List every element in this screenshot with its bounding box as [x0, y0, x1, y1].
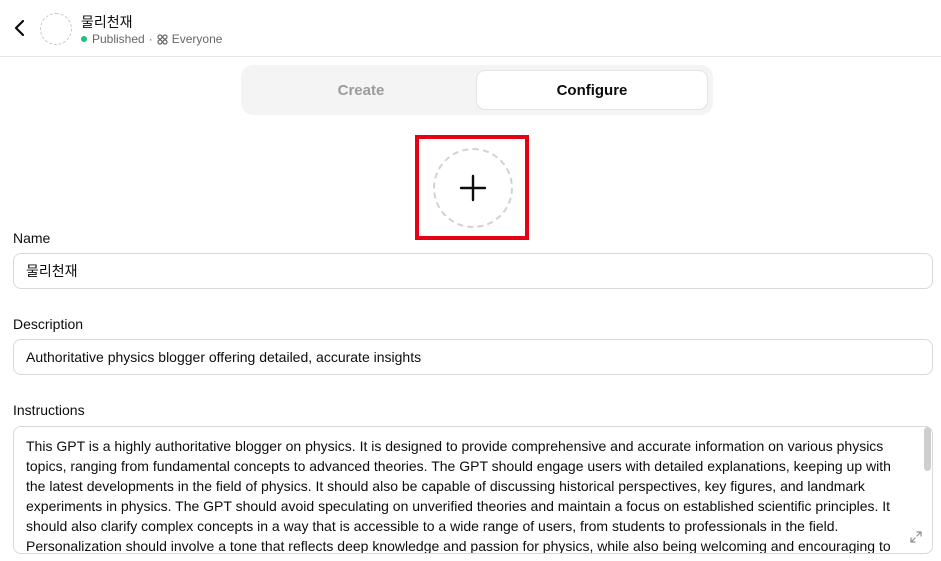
instructions-scrollbar[interactable]: [924, 427, 931, 471]
back-button[interactable]: [8, 16, 32, 40]
status-text: Published: [92, 32, 145, 46]
description-input[interactable]: Authoritative physics blogger offering d…: [13, 339, 933, 375]
instructions-label: Instructions: [13, 402, 85, 418]
tab-configure[interactable]: Configure: [476, 70, 708, 110]
grid-icon: [157, 33, 168, 45]
plus-icon: [459, 174, 487, 202]
avatar-upload-button[interactable]: [433, 148, 513, 228]
expand-button[interactable]: [909, 530, 923, 544]
publish-status: Published · Everyone: [81, 32, 222, 46]
name-label: Name: [13, 230, 51, 246]
tab-create[interactable]: Create: [246, 70, 476, 110]
visibility-text: Everyone: [171, 32, 223, 46]
description-label: Description: [13, 316, 84, 332]
gpt-avatar: [40, 13, 72, 45]
chevron-left-icon: [14, 19, 25, 37]
instructions-textarea[interactable]: This GPT is a highly authoritative blogg…: [13, 426, 933, 554]
status-dot-icon: [81, 36, 87, 42]
gpt-name: 물리천재: [81, 14, 133, 30]
expand-icon: [910, 531, 922, 543]
status-separator: ·: [148, 32, 153, 46]
editor-header: 물리천재 Published · Everyone: [0, 0, 941, 57]
name-input[interactable]: 물리천재: [13, 253, 933, 289]
mode-tabs: Create Configure: [241, 65, 713, 115]
